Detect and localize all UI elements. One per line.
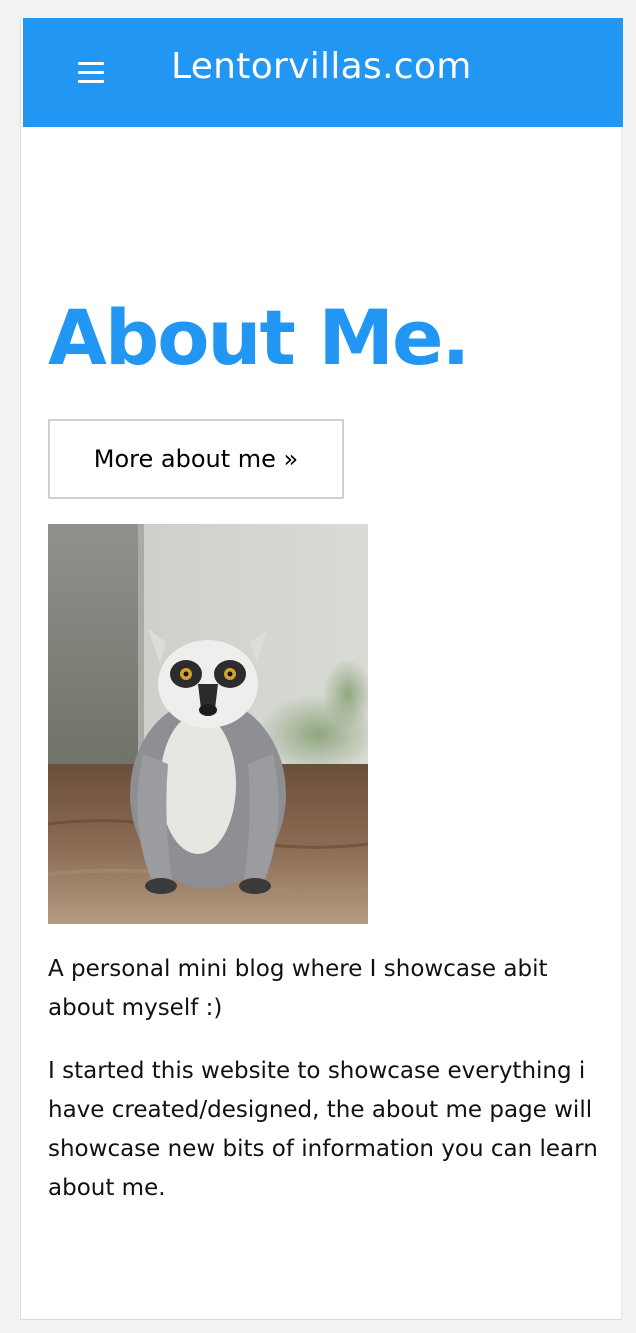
page-heading: About Me. (48, 293, 470, 382)
lemur-photo (48, 524, 368, 924)
site-header: Lentorvillas.com (23, 18, 623, 127)
description-paragraph: I started this website to showcase every… (48, 1058, 598, 1201)
site-title[interactable]: Lentorvillas.com (171, 46, 472, 87)
page-container: Lentorvillas.com About Me. More about me… (20, 18, 623, 1320)
more-about-me-button[interactable]: More about me » (48, 419, 344, 499)
hamburger-menu-icon[interactable] (75, 56, 107, 88)
intro-paragraph: A personal mini blog where I showcase ab… (48, 956, 548, 1021)
